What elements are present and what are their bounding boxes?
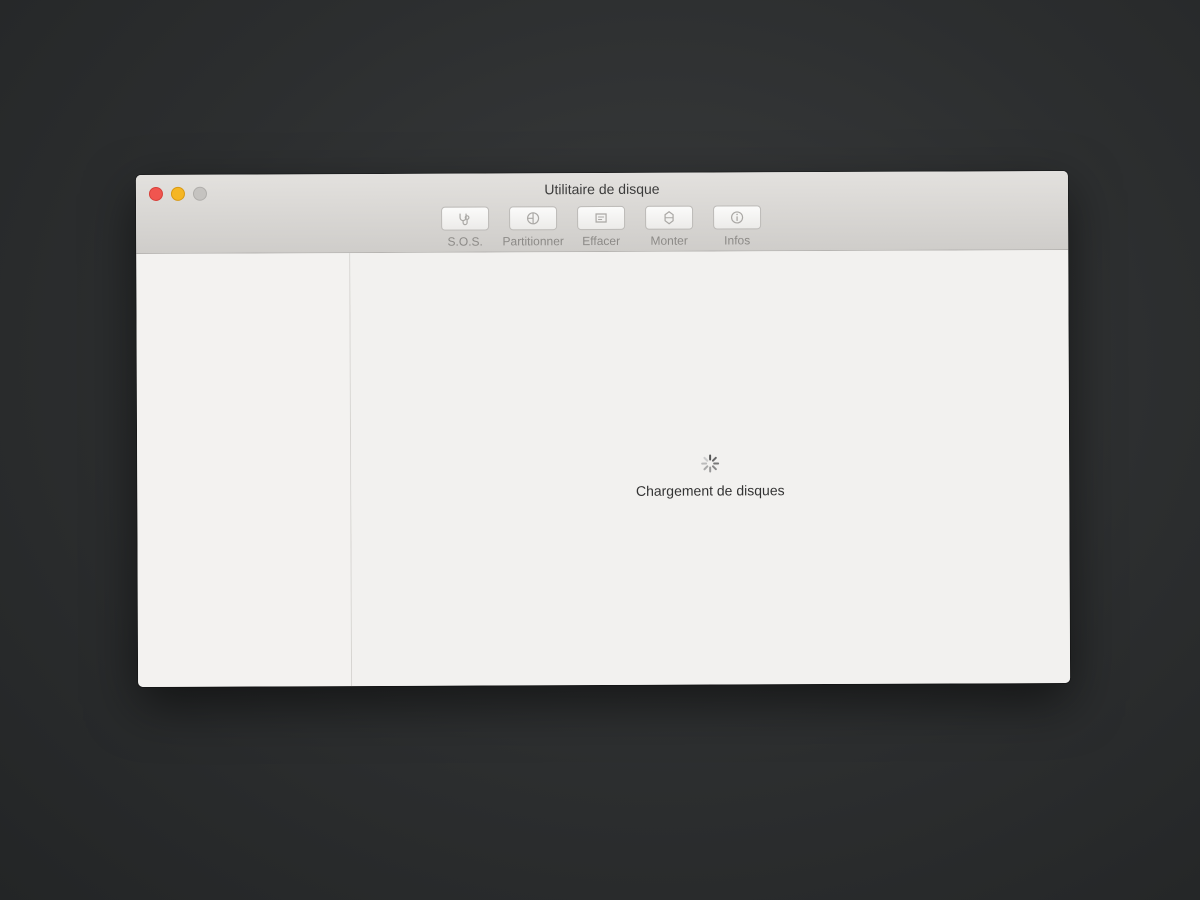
main-content: Chargement de disques xyxy=(350,249,1071,687)
partition-icon xyxy=(526,212,540,225)
partition-tool[interactable]: Partitionner xyxy=(502,206,564,249)
first-aid-label: S.O.S. xyxy=(447,234,483,249)
loading-indicator: Chargement de disques xyxy=(351,452,1069,500)
first-aid-button[interactable] xyxy=(441,206,490,231)
toolbar: S.O.S. Partitionner Effacer Monter Infos xyxy=(436,205,766,249)
spinner-icon xyxy=(701,454,720,473)
stethoscope-icon xyxy=(459,213,470,226)
info-tool[interactable]: Infos xyxy=(708,205,766,247)
mount-icon xyxy=(664,210,674,225)
mount-tool[interactable]: Monter xyxy=(640,205,698,248)
erase-button[interactable] xyxy=(577,205,626,231)
sidebar[interactable] xyxy=(136,253,353,688)
first-aid-tool[interactable]: S.O.S. xyxy=(436,206,494,249)
info-icon xyxy=(730,211,744,224)
partition-label: Partitionner xyxy=(502,234,564,249)
partition-button[interactable] xyxy=(509,206,558,231)
info-button[interactable] xyxy=(713,205,762,230)
erase-label: Effacer xyxy=(582,233,621,249)
window-title: Utilitaire de disque xyxy=(544,180,660,198)
info-label: Infos xyxy=(724,233,751,248)
titlebar[interactable]: Utilitaire de disque S.O.S. Partitionner… xyxy=(135,170,1069,255)
mount-label: Monter xyxy=(650,233,688,248)
mount-button[interactable] xyxy=(645,205,694,230)
disk-utility-window: Utilitaire de disque S.O.S. Partitionner… xyxy=(135,170,1071,688)
erase-icon xyxy=(595,213,607,223)
loading-text: Chargement de disques xyxy=(635,482,785,499)
erase-tool[interactable]: Effacer xyxy=(572,205,630,249)
